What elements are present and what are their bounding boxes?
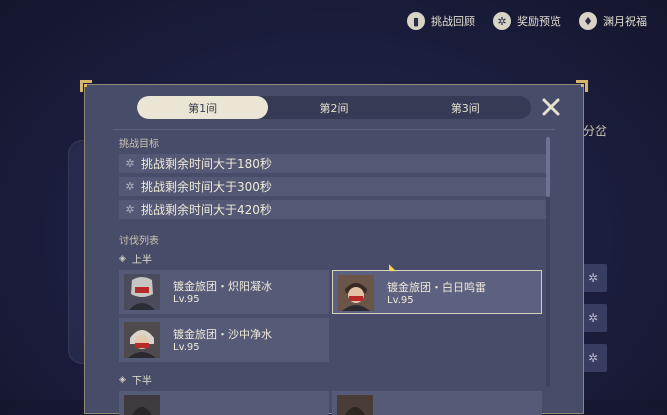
chamber-detail-dialog: 第1间 第2间 第3间 挑战目标 ✲ 挑战剩余时间大于180秒 ✲ 挑战剩余时间…: [80, 80, 588, 415]
book-icon: ▮: [407, 12, 425, 30]
corner-ornament-icon: [576, 80, 588, 92]
snowflake-icon: ✲: [588, 351, 599, 365]
challenge-goals-heading: 挑战目标: [119, 139, 159, 150]
enemy-portrait: [337, 395, 373, 415]
challenge-goal-item: ✲ 挑战剩余时间大于420秒: [119, 200, 549, 219]
enemy-portrait: [124, 274, 160, 310]
challenge-goal-item: ✲ 挑战剩余时间大于180秒: [119, 154, 549, 173]
enemy-portrait: [124, 395, 160, 415]
reward-preview-button[interactable]: ✲ 奖励预览: [493, 12, 561, 30]
close-icon[interactable]: [541, 97, 561, 117]
snowflake-icon: ✲: [125, 157, 135, 170]
diamond-icon: ◈: [119, 374, 126, 385]
enemy-card[interactable]: [332, 391, 542, 415]
snowflake-icon: ✲: [125, 203, 135, 216]
challenge-review-label: 挑战回顾: [431, 15, 475, 28]
gift-icon: ✲: [493, 12, 511, 30]
enemy-portrait: [338, 275, 374, 311]
tab-chamber-2[interactable]: 第2间: [268, 96, 399, 119]
moon-blessing-label: 渊月祝福: [603, 15, 647, 28]
chamber-tabs: 第1间 第2间 第3间: [137, 96, 531, 119]
diamond-icon: ◈: [119, 253, 126, 264]
enemy-card[interactable]: 镀金旅团・炽阳凝冰 Lv.95: [119, 270, 329, 314]
enemy-name: 镀金旅团・炽阳凝冰: [173, 280, 272, 293]
enemy-level: Lv.95: [173, 342, 200, 353]
snowflake-icon: ✲: [125, 180, 135, 193]
pointer-cursor-icon: ◣: [389, 263, 396, 273]
tab-chamber-3[interactable]: 第3间: [400, 96, 531, 119]
challenge-goal-text: 挑战剩余时间大于420秒: [141, 203, 272, 217]
enemy-card[interactable]: 镀金旅团・沙中净水 Lv.95: [119, 318, 329, 362]
moon-blessing-button[interactable]: ♦ 渊月祝福: [579, 12, 647, 30]
enemy-list-heading: 讨伐列表: [119, 236, 159, 247]
enemy-level: Lv.95: [387, 295, 414, 306]
challenge-goal-text: 挑战剩余时间大于180秒: [141, 157, 272, 171]
background-tile: ✲: [583, 304, 607, 332]
enemy-card-selected[interactable]: 镀金旅团・白日鸣雷 Lv.95: [332, 270, 542, 314]
enemy-portrait: [124, 322, 160, 358]
enemy-level: Lv.95: [173, 294, 200, 305]
scrollbar-thumb[interactable]: [546, 137, 550, 197]
second-half-header: ◈ 下半: [119, 372, 152, 388]
enemy-name: 镀金旅团・沙中净水: [173, 328, 272, 341]
moon-blessing-icon: ♦: [579, 12, 597, 30]
divider: [113, 129, 555, 130]
snowflake-icon: ✲: [588, 271, 599, 285]
background-tile: ✲: [583, 344, 607, 372]
first-half-label: 上半: [131, 255, 152, 266]
first-half-header: ◈ 上半: [119, 251, 152, 267]
challenge-goal-text: 挑战剩余时间大于300秒: [141, 180, 272, 194]
challenge-goal-item: ✲ 挑战剩余时间大于300秒: [119, 177, 549, 196]
tab-chamber-1[interactable]: 第1间: [137, 96, 269, 119]
challenge-review-button[interactable]: ▮ 挑战回顾: [407, 12, 475, 30]
reward-preview-label: 奖励预览: [517, 15, 561, 28]
scrollbar[interactable]: [546, 137, 550, 387]
second-half-label: 下半: [131, 376, 152, 387]
background-branch-label: 分岔: [583, 124, 608, 138]
corner-ornament-icon: [80, 80, 92, 92]
snowflake-icon: ✲: [588, 311, 599, 325]
background-tile: ✲: [583, 264, 607, 292]
enemy-name: 镀金旅团・白日鸣雷: [387, 281, 486, 294]
top-navigation: ▮ 挑战回顾 ✲ 奖励预览 ♦ 渊月祝福: [407, 12, 647, 30]
enemy-card[interactable]: [119, 391, 329, 415]
